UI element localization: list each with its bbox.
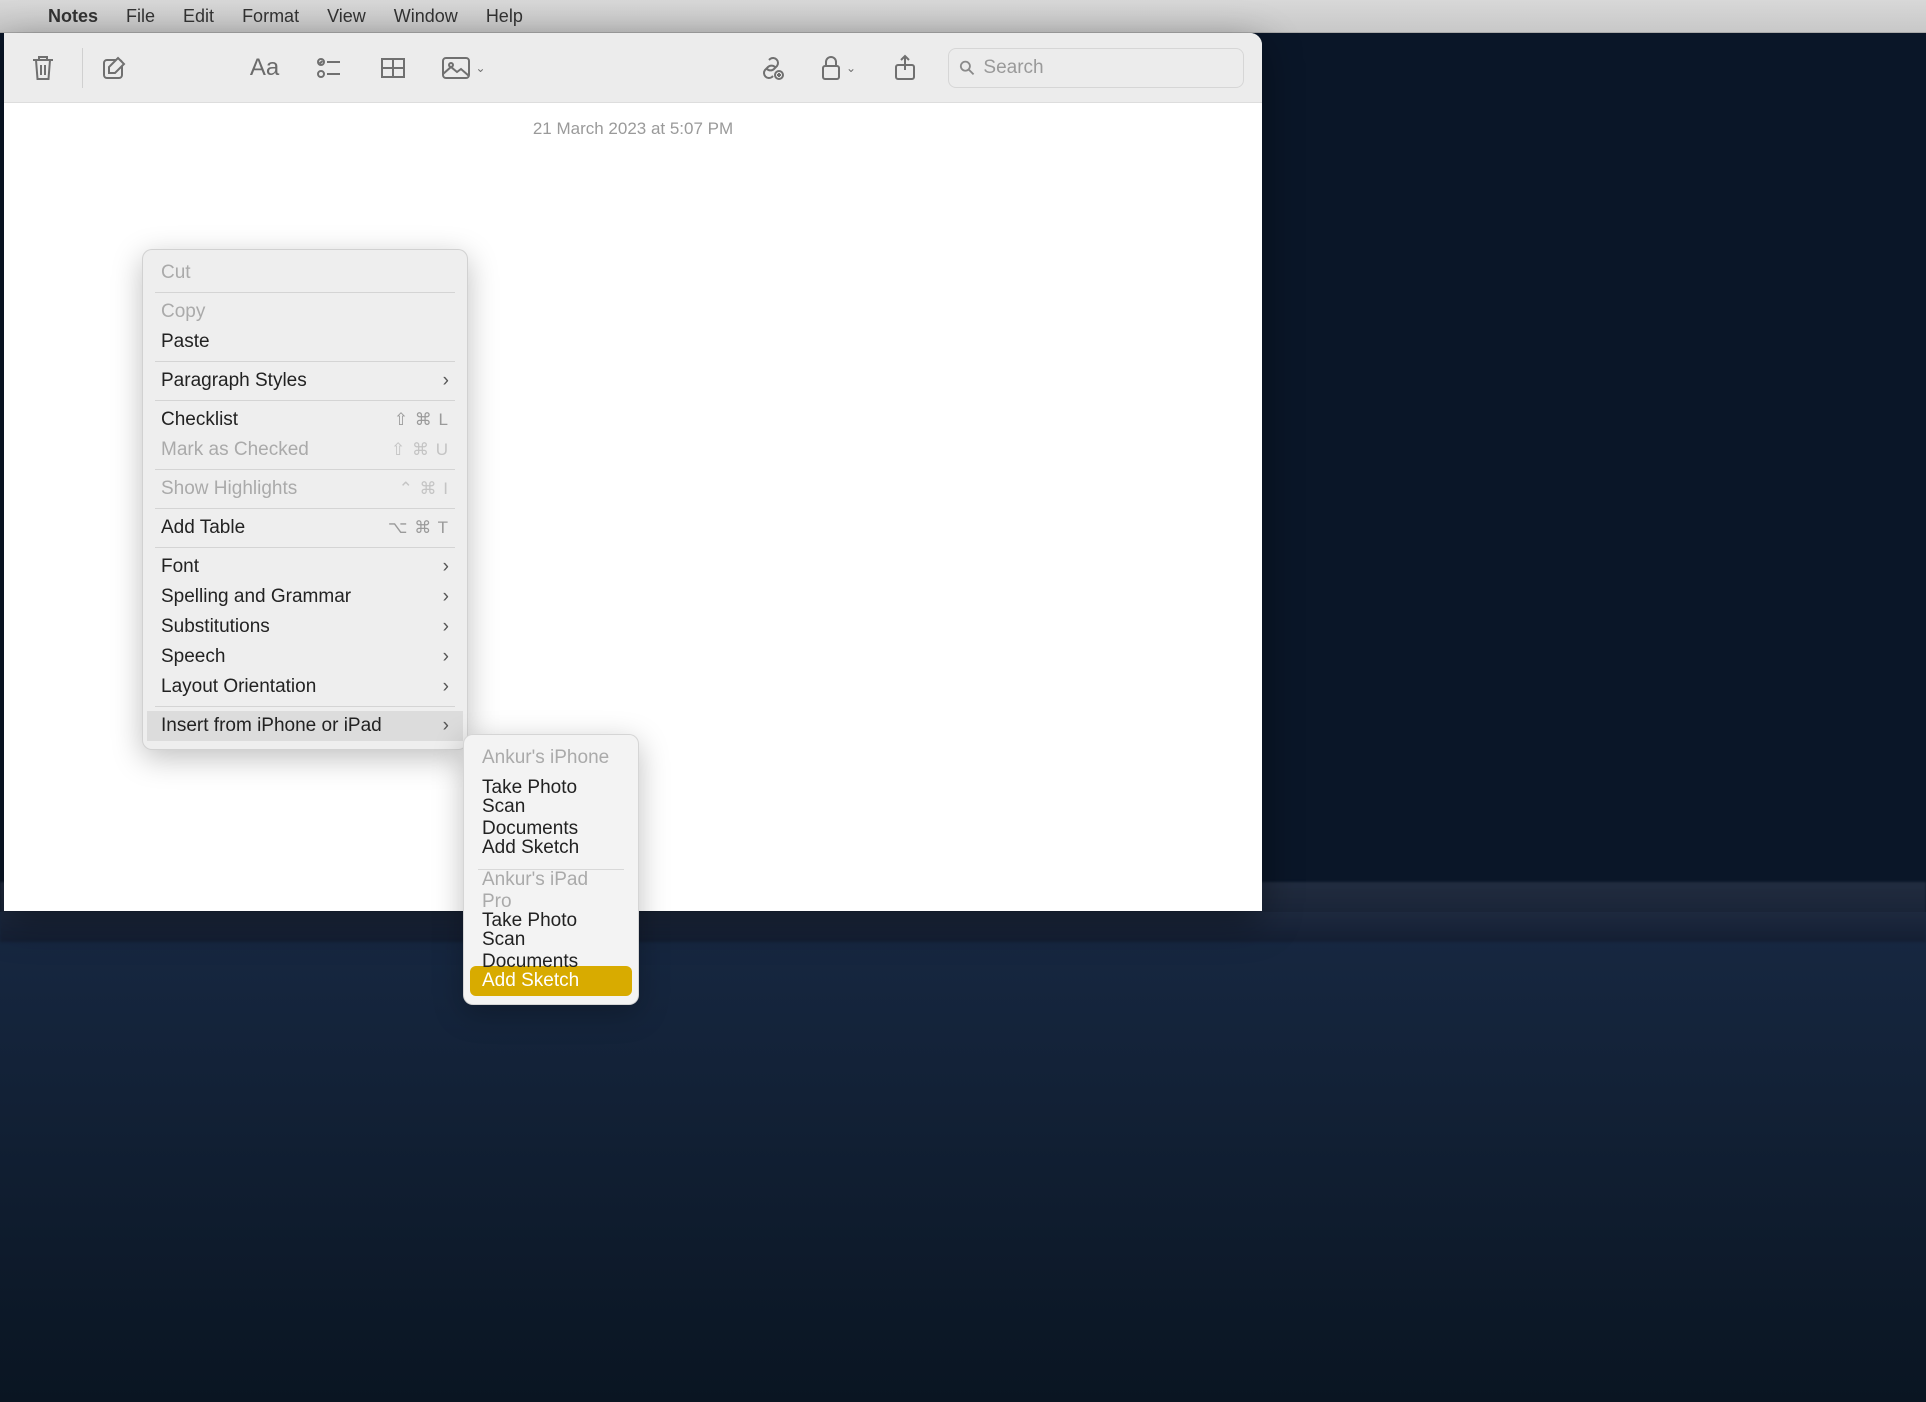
cm-copy: Copy [143, 297, 467, 327]
cm-paste[interactable]: Paste [143, 327, 467, 357]
cm-font[interactable]: Font› [143, 552, 467, 582]
checklist-icon[interactable] [308, 47, 350, 89]
search-input[interactable] [983, 57, 1233, 79]
cm-add-table[interactable]: Add Table⌥ ⌘ T [143, 513, 467, 543]
cm-insert-from-device[interactable]: Insert from iPhone or iPad› [147, 711, 463, 741]
menubar-edit[interactable]: Edit [183, 6, 214, 27]
system-menubar: Notes File Edit Format View Window Help [0, 0, 1926, 33]
toolbar: Aa ⌄ [4, 33, 1262, 103]
cm-separator [155, 292, 455, 293]
cm-separator [155, 361, 455, 362]
context-menu: Cut Copy Paste Paragraph Styles› Checkli… [142, 249, 468, 750]
link-icon[interactable] [750, 47, 792, 89]
chevron-right-icon: › [443, 616, 449, 638]
cm-separator [155, 400, 455, 401]
menubar-format[interactable]: Format [242, 6, 299, 27]
cm-spelling[interactable]: Spelling and Grammar› [143, 582, 467, 612]
format-tools: Aa ⌄ [244, 47, 500, 89]
cm-speech[interactable]: Speech› [143, 642, 467, 672]
submenu-ipad-scan-documents[interactable]: Scan Documents [470, 936, 632, 966]
submenu-iphone-scan-documents[interactable]: Scan Documents [470, 803, 632, 833]
chevron-right-icon: › [443, 646, 449, 668]
chevron-right-icon: › [443, 715, 449, 737]
lock-icon[interactable]: ⌄ [814, 47, 862, 89]
cm-separator [155, 508, 455, 509]
cm-mark-checked: Mark as Checked⇧ ⌘ U [143, 435, 467, 465]
compose-icon[interactable] [93, 47, 135, 89]
cm-substitutions[interactable]: Substitutions› [143, 612, 467, 642]
chevron-right-icon: › [443, 586, 449, 608]
cm-checklist[interactable]: Checklist⇧ ⌘ L [143, 405, 467, 435]
cm-separator [155, 469, 455, 470]
notes-window: Aa ⌄ [4, 33, 1262, 911]
media-icon[interactable]: ⌄ [436, 47, 492, 89]
cm-separator [155, 547, 455, 548]
menubar-help[interactable]: Help [486, 6, 523, 27]
insert-device-submenu: Ankur's iPhone Take Photo Scan Documents… [463, 734, 639, 1005]
note-body[interactable]: 21 March 2023 at 5:07 PM Cut Copy Paste … [4, 103, 1262, 911]
chevron-right-icon: › [443, 370, 449, 392]
share-tools: ⌄ [750, 47, 934, 89]
chevron-right-icon: › [443, 676, 449, 698]
menubar-file[interactable]: File [126, 6, 155, 27]
menubar-view[interactable]: View [327, 6, 366, 27]
submenu-ipad-header: Ankur's iPad Pro [470, 876, 632, 906]
toolbar-separator [82, 48, 83, 88]
note-timestamp: 21 March 2023 at 5:07 PM [4, 103, 1262, 139]
cm-show-highlights: Show Highlights⌃ ⌘ I [143, 474, 467, 504]
desktop-background [0, 912, 1926, 1402]
cm-layout[interactable]: Layout Orientation› [143, 672, 467, 702]
search-field[interactable] [948, 48, 1244, 88]
cm-paragraph-styles[interactable]: Paragraph Styles› [143, 366, 467, 396]
table-icon[interactable] [372, 47, 414, 89]
share-icon[interactable] [884, 47, 926, 89]
menubar-window[interactable]: Window [394, 6, 458, 27]
trash-icon[interactable] [22, 47, 64, 89]
text-style-icon[interactable]: Aa [244, 47, 286, 89]
menubar-app-name[interactable]: Notes [48, 6, 98, 27]
cm-separator [155, 706, 455, 707]
search-icon [959, 59, 975, 77]
submenu-iphone-header: Ankur's iPhone [470, 743, 632, 773]
cm-cut: Cut [143, 258, 467, 288]
chevron-right-icon: › [443, 556, 449, 578]
